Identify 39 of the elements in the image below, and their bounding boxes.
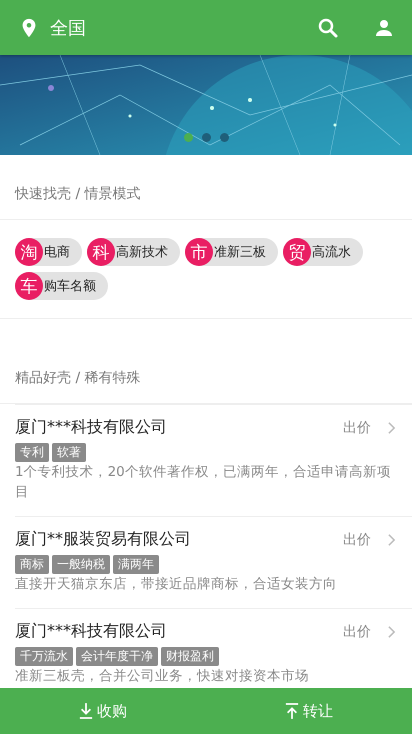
- category-chip[interactable]: 科 高新技术: [87, 238, 180, 266]
- category-label: 购车名额: [44, 278, 96, 295]
- chevron-icon[interactable]: [387, 420, 396, 434]
- tag: 千万流水: [15, 647, 73, 666]
- listing-description: 准新三板壳，合并公司业务，快速对接资本市场: [15, 667, 310, 686]
- category-chip[interactable]: 车 购车名额: [15, 272, 108, 300]
- category-badge: 贸: [283, 238, 311, 266]
- category-label: 高流水: [312, 244, 351, 261]
- category-chip[interactable]: 贸 高流水: [283, 238, 363, 266]
- tag: 软著: [52, 443, 86, 462]
- bid-link[interactable]: 出价: [343, 418, 371, 436]
- listing-description: 直接开天猫京东店，带接近品牌商标，合适女装方向: [15, 575, 338, 594]
- category-chip[interactable]: 淘 电商: [15, 238, 82, 266]
- company-name[interactable]: 厦门***科技有限公司: [15, 417, 343, 438]
- chevron-icon[interactable]: [387, 624, 396, 638]
- listing-description: 1个专利技术，20个软件著作权，已满两年，合适申请高新项目: [15, 463, 392, 502]
- category-chip[interactable]: 市 准新三板: [185, 238, 278, 266]
- company-name[interactable]: 厦门***科技有限公司: [15, 621, 343, 642]
- tag: 专利: [15, 443, 49, 462]
- tag: 满两年: [113, 555, 159, 574]
- category-label: 高新技术: [116, 244, 168, 261]
- tag: 会计年度干净: [76, 647, 158, 666]
- tag: 财报盈利: [161, 647, 219, 666]
- category-badge: 淘: [15, 238, 43, 266]
- chevron-icon[interactable]: [387, 532, 396, 546]
- category-label: 电商: [44, 244, 70, 261]
- section-title: 快速找壳 / 情景模式: [0, 155, 412, 220]
- tag: 一般纳税: [52, 555, 110, 574]
- bid-link[interactable]: 出价: [343, 530, 371, 548]
- tag: 商标: [15, 555, 49, 574]
- download-icon: [79, 701, 93, 721]
- upload-icon: [285, 701, 299, 721]
- category-badge: 车: [15, 272, 43, 300]
- company-name[interactable]: 厦门**服装贸易有限公司: [15, 529, 343, 550]
- bid-link[interactable]: 出价: [343, 622, 371, 640]
- category-badge: 科: [87, 238, 115, 266]
- section-title: 精品好壳 / 稀有特殊: [0, 339, 412, 404]
- category-badge: 市: [185, 238, 213, 266]
- category-label: 准新三板: [214, 244, 266, 261]
